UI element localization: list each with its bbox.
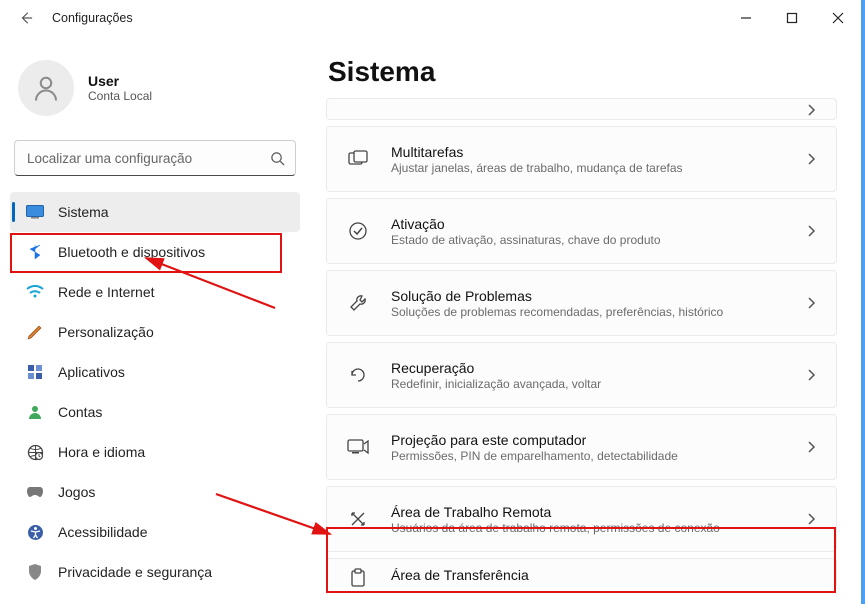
nav-label: Sistema bbox=[58, 204, 109, 220]
chevron-right-icon bbox=[806, 152, 816, 166]
nav-label: Rede e Internet bbox=[58, 284, 155, 300]
card-text: Multitarefas Ajustar janelas, áreas de t… bbox=[391, 144, 784, 175]
clipboard-icon bbox=[347, 567, 369, 589]
chevron-right-icon bbox=[806, 296, 816, 310]
settings-item-multitasking[interactable]: Multitarefas Ajustar janelas, áreas de t… bbox=[326, 126, 837, 192]
nav-label: Bluetooth e dispositivos bbox=[58, 244, 205, 260]
nav-label: Acessibilidade bbox=[58, 524, 148, 540]
window-title: Configurações bbox=[52, 11, 133, 25]
account-name: User bbox=[88, 73, 152, 89]
nav-item-gaming[interactable]: Jogos bbox=[10, 472, 300, 512]
recovery-icon bbox=[347, 364, 369, 386]
nav-item-bluetooth[interactable]: Bluetooth e dispositivos bbox=[10, 232, 300, 272]
nav-label: Privacidade e segurança bbox=[58, 564, 212, 580]
globe-icon bbox=[26, 443, 44, 461]
window-border-edge bbox=[861, 0, 865, 604]
card-title: Projeção para este computador bbox=[391, 432, 784, 448]
nav-list: Sistema Bluetooth e dispositivos Rede e … bbox=[10, 192, 300, 592]
bluetooth-icon bbox=[26, 243, 44, 261]
close-button[interactable] bbox=[815, 2, 861, 34]
avatar bbox=[18, 60, 74, 116]
account-block[interactable]: User Conta Local bbox=[10, 46, 300, 140]
nav-item-time[interactable]: Hora e idioma bbox=[10, 432, 300, 472]
multitask-icon bbox=[347, 148, 369, 170]
paintbrush-icon bbox=[26, 323, 44, 341]
system-icon bbox=[26, 203, 44, 221]
card-subtitle: Redefinir, inicialização avançada, volta… bbox=[391, 377, 784, 391]
remote-desktop-icon bbox=[347, 508, 369, 530]
settings-item-remote-desktop[interactable]: Área de Trabalho Remota Usuários da área… bbox=[326, 486, 837, 552]
settings-item-cut[interactable] bbox=[326, 98, 837, 120]
close-icon bbox=[832, 12, 844, 24]
shield-icon bbox=[26, 563, 44, 581]
apps-icon bbox=[26, 363, 44, 381]
minimize-button[interactable] bbox=[723, 2, 769, 34]
chevron-right-icon bbox=[806, 512, 816, 526]
sidebar: User Conta Local Sistema Bluetooth e dis… bbox=[0, 36, 310, 604]
arrow-left-icon bbox=[19, 11, 33, 25]
card-title: Ativação bbox=[391, 216, 784, 232]
card-subtitle: Estado de ativação, assinaturas, chave d… bbox=[391, 233, 784, 247]
nav-item-apps[interactable]: Aplicativos bbox=[10, 352, 300, 392]
minimize-icon bbox=[740, 12, 752, 24]
nav-item-privacy[interactable]: Privacidade e segurança bbox=[10, 552, 300, 592]
card-subtitle: Soluções de problemas recomendadas, pref… bbox=[391, 305, 784, 319]
search-input[interactable] bbox=[25, 150, 262, 167]
nav-label: Personalização bbox=[58, 324, 154, 340]
card-subtitle: Usuários da área de trabalho remota, per… bbox=[391, 521, 784, 535]
person-icon bbox=[31, 73, 61, 103]
nav-label: Aplicativos bbox=[58, 364, 125, 380]
settings-item-troubleshoot[interactable]: Solução de Problemas Soluções de problem… bbox=[326, 270, 837, 336]
card-title: Multitarefas bbox=[391, 144, 784, 160]
card-subtitle: Permissões, PIN de emparelhamento, detec… bbox=[391, 449, 784, 463]
settings-item-projection[interactable]: Projeção para este computador Permissões… bbox=[326, 414, 837, 480]
card-text: Área de Trabalho Remota Usuários da área… bbox=[391, 504, 784, 535]
wifi-icon bbox=[26, 283, 44, 301]
account-subtitle: Conta Local bbox=[88, 89, 152, 103]
settings-list: Multitarefas Ajustar janelas, áreas de t… bbox=[326, 98, 837, 588]
card-text: Solução de Problemas Soluções de problem… bbox=[391, 288, 784, 319]
wrench-icon bbox=[347, 292, 369, 314]
settings-item-activation[interactable]: Ativação Estado de ativação, assinaturas… bbox=[326, 198, 837, 264]
page-title: Sistema bbox=[328, 56, 837, 88]
main-pane: Sistema Multitarefas Ajustar janelas, ár… bbox=[310, 36, 865, 604]
nav-item-accessibility[interactable]: Acessibilidade bbox=[10, 512, 300, 552]
settings-item-clipboard[interactable]: Área de Transferência bbox=[326, 558, 837, 588]
settings-item-recovery[interactable]: Recuperação Redefinir, inicialização ava… bbox=[326, 342, 837, 408]
card-title: Área de Transferência bbox=[391, 567, 816, 583]
card-text: Área de Transferência bbox=[391, 567, 816, 583]
card-text: Recuperação Redefinir, inicialização ava… bbox=[391, 360, 784, 391]
nav-label: Jogos bbox=[58, 484, 95, 500]
back-button[interactable] bbox=[10, 2, 42, 34]
maximize-button[interactable] bbox=[769, 2, 815, 34]
nav-label: Contas bbox=[58, 404, 102, 420]
search-icon bbox=[270, 151, 285, 166]
card-subtitle: Ajustar janelas, áreas de trabalho, muda… bbox=[391, 161, 784, 175]
accessibility-icon bbox=[26, 523, 44, 541]
chevron-right-icon bbox=[806, 440, 816, 454]
card-title: Solução de Problemas bbox=[391, 288, 784, 304]
title-bar: Configurações bbox=[0, 0, 865, 36]
nav-item-system[interactable]: Sistema bbox=[10, 192, 300, 232]
chevron-right-icon bbox=[806, 103, 816, 117]
nav-item-accounts[interactable]: Contas bbox=[10, 392, 300, 432]
chevron-right-icon bbox=[806, 224, 816, 238]
nav-item-personalization[interactable]: Personalização bbox=[10, 312, 300, 352]
search-box[interactable] bbox=[14, 140, 296, 176]
chevron-right-icon bbox=[806, 368, 816, 382]
card-title: Área de Trabalho Remota bbox=[391, 504, 784, 520]
account-text: User Conta Local bbox=[88, 73, 152, 103]
card-text: Projeção para este computador Permissões… bbox=[391, 432, 784, 463]
gamepad-icon bbox=[26, 483, 44, 501]
nav-label: Hora e idioma bbox=[58, 444, 145, 460]
projection-icon bbox=[347, 436, 369, 458]
maximize-icon bbox=[786, 12, 798, 24]
card-title: Recuperação bbox=[391, 360, 784, 376]
card-text: Ativação Estado de ativação, assinaturas… bbox=[391, 216, 784, 247]
nav-item-network[interactable]: Rede e Internet bbox=[10, 272, 300, 312]
account-icon bbox=[26, 403, 44, 421]
check-circle-icon bbox=[347, 220, 369, 242]
